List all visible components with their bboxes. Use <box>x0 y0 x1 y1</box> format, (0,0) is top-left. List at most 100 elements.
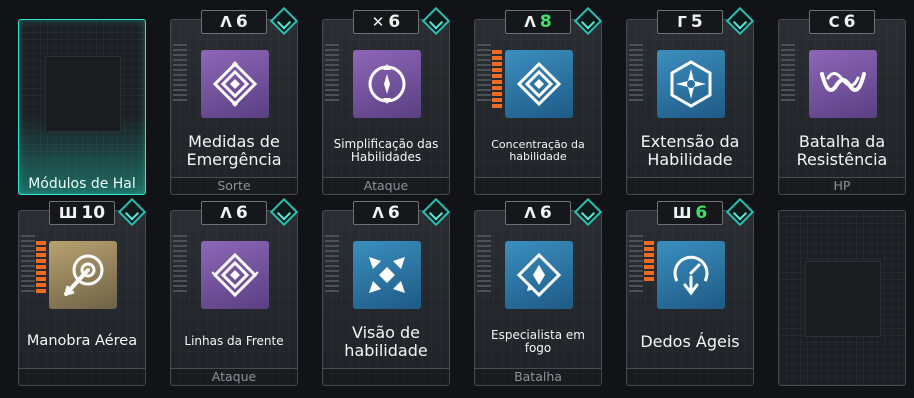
module-name: Extensão da Habilidade <box>640 132 740 169</box>
power-bars <box>492 50 502 108</box>
circuit-ticks <box>629 44 643 104</box>
power-bars <box>644 241 654 281</box>
rarity-glyph: Λ <box>220 204 232 222</box>
level-value: 6 <box>695 203 708 223</box>
empty-chip-outline <box>805 261 881 337</box>
module-card-medidas-de-emergencia[interactable]: Λ 6 Medidas de Emergência Sorte <box>170 6 299 195</box>
rarity-glyph: Λ <box>220 13 232 31</box>
module-name: Manobra Aérea <box>26 333 138 350</box>
empty-chip-outline <box>45 56 121 132</box>
clock-arrow-icon <box>673 255 709 296</box>
level-value: 10 <box>81 203 106 223</box>
level-tab: Λ 6 <box>505 201 571 225</box>
equip-badge-icon <box>725 6 755 36</box>
level-tab: Ш 10 <box>49 201 115 225</box>
rarity-glyph: ✕ <box>371 13 385 31</box>
module-tag: HP <box>779 177 905 194</box>
equip-badge-icon <box>269 6 299 36</box>
rarity-glyph: Ш <box>58 204 78 222</box>
module-card-concentracao-da-habilidade[interactable]: Λ 8 Concentração da habilidade <box>474 6 603 195</box>
equip-badge-icon <box>573 6 603 36</box>
level-value: 6 <box>539 203 552 223</box>
hex-star-icon <box>670 60 712 108</box>
module-name: Visão de habilidade <box>344 323 428 360</box>
rarity-glyph: Λ <box>524 204 536 222</box>
level-value: 6 <box>387 203 400 223</box>
level-value: 8 <box>539 12 552 32</box>
module-icon-box <box>353 50 421 118</box>
module-icon-box <box>49 241 117 309</box>
module-name: Linhas da Frente <box>184 334 284 349</box>
level-tab: C 6 <box>809 10 875 34</box>
equip-badge-icon <box>421 6 451 36</box>
level-tab: Λ 6 <box>201 10 267 34</box>
selected-slot-label: Módulos de Hal <box>28 176 136 192</box>
grapple-hook-icon <box>64 254 104 296</box>
circuit-ticks <box>325 44 339 104</box>
empty-module-slot[interactable] <box>778 210 906 386</box>
module-card-extensao-da-habilidade[interactable]: Г 5 Extensão da Habilidade <box>626 6 755 195</box>
level-tab: ✕ 6 <box>353 10 419 34</box>
equip-badge-icon <box>725 197 755 227</box>
rarity-glyph: Λ <box>524 13 536 31</box>
module-tag: Ataque <box>171 368 297 385</box>
module-icon-box <box>505 241 573 309</box>
module-tag <box>475 177 601 194</box>
module-tag <box>627 368 753 385</box>
circuit-ticks <box>173 44 187 104</box>
module-name: Medidas de Emergência <box>186 132 282 169</box>
module-card-manobra-aerea[interactable]: Ш 10 Manobra Aérea <box>18 197 147 386</box>
module-tag: Ataque <box>323 177 449 194</box>
circuit-ticks <box>325 235 339 295</box>
equip-badge-icon <box>269 197 299 227</box>
module-tag: Batalha <box>475 368 601 385</box>
selected-module-slot[interactable]: Módulos de Hal <box>18 19 146 195</box>
module-icon-box <box>201 241 269 309</box>
circuit-ticks <box>477 44 491 104</box>
level-value: 6 <box>843 12 856 32</box>
level-tab: Λ 8 <box>505 10 571 34</box>
module-tag <box>19 368 145 385</box>
module-icon-box <box>657 241 725 309</box>
module-icon-box <box>201 50 269 118</box>
rarity-glyph: Г <box>677 13 687 31</box>
level-value: 5 <box>690 12 703 32</box>
module-card-linhas-da-frente[interactable]: Λ 6 Linhas da Frente Ataque <box>170 197 299 386</box>
module-icon-box <box>809 50 877 118</box>
circuit-ticks <box>781 44 795 104</box>
module-icon-box <box>505 50 573 118</box>
module-card-visao-de-habilidade[interactable]: Λ 6 Visão de habilidade <box>322 197 451 386</box>
x-diamonds-icon <box>369 257 405 293</box>
module-icon-box <box>657 50 725 118</box>
circle-arrows-icon <box>368 64 406 104</box>
level-tab: Ш 6 <box>657 201 723 225</box>
power-bars <box>36 241 46 293</box>
module-name: Dedos Ágeis <box>640 332 740 352</box>
circuit-ticks <box>21 235 35 295</box>
equip-badge-icon <box>117 197 147 227</box>
rarity-glyph: C <box>828 13 840 31</box>
interlinked-w-icon <box>820 72 866 92</box>
diamond-arrow-icon <box>516 252 562 298</box>
module-tag <box>627 177 753 194</box>
level-tab: Λ 6 <box>201 201 267 225</box>
module-tag <box>323 368 449 385</box>
equip-badge-icon <box>421 197 451 227</box>
module-card-dedos-ageis[interactable]: Ш 6 Dedos Ágeis <box>626 197 755 386</box>
module-grid: Módulos de Hal Λ 6 Medidas de Emergência… <box>0 0 914 398</box>
module-name: Batalha da Resistência <box>796 132 888 169</box>
module-card-especialista-em-fogo[interactable]: Λ 6 Especialista em fogo Batalha <box>474 197 603 386</box>
rarity-glyph: Λ <box>372 204 384 222</box>
module-card-simplificacao-das-habilidades[interactable]: ✕ 6 Simplificação das Habilidades Ataque <box>322 6 451 195</box>
module-card-batalha-da-resistencia[interactable]: C 6 Batalha da Resistência HP <box>778 10 906 195</box>
level-value: 6 <box>235 12 248 32</box>
diamond-lattice-icon <box>211 252 259 298</box>
diamond-lattice-icon <box>212 61 258 107</box>
circuit-ticks <box>173 235 187 295</box>
rarity-glyph: Ш <box>672 204 692 222</box>
equip-badge-icon <box>573 197 603 227</box>
module-name: Especialista em fogo <box>491 327 585 355</box>
level-value: 6 <box>388 12 401 32</box>
module-name: Simplificação das Habilidades <box>333 136 439 164</box>
circuit-ticks <box>629 235 643 295</box>
